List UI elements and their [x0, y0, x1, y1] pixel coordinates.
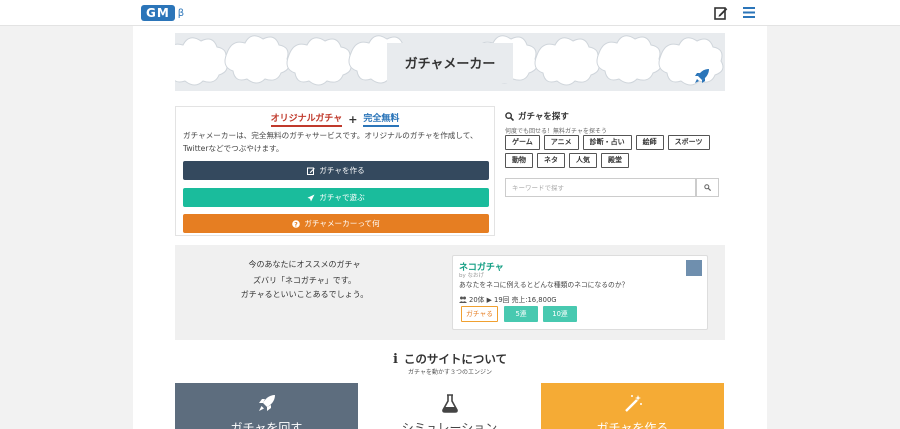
edit-icon[interactable] [714, 6, 728, 20]
tag-sports[interactable]: スポーツ [667, 135, 710, 150]
feature-simulation-label: シミュレーション [401, 421, 498, 429]
feature-make-label: ガチャを作る [596, 421, 669, 429]
flask-icon [442, 394, 458, 413]
search-icon [704, 184, 711, 191]
banner-title: ガチャメーカー [404, 57, 496, 72]
search-note: 何度でも回せる！無料ガチャを探そう [505, 128, 607, 135]
rocket-icon [695, 69, 709, 83]
about-title: このサイトについて [403, 352, 508, 366]
svg-text:?: ? [295, 221, 299, 228]
question-circle-icon: ? [292, 219, 301, 228]
gacha-card-author[interactable]: by なおげ [459, 271, 484, 279]
category-tags-row-2: 動物 ネタ 人気 殿堂 [505, 153, 633, 168]
menu-icon[interactable] [743, 7, 755, 18]
intro-description: ガチャメーカーは、完全無料のガチャサービスです。オリジナルのガチャを作成して、T… [183, 131, 478, 153]
tag-popular[interactable]: 人気 [569, 153, 597, 168]
search-input[interactable] [505, 178, 696, 197]
gacharu-button[interactable]: ガチャる [461, 306, 498, 322]
recommendation-title: 今のあなたにオススメのガチャ [248, 260, 361, 269]
intro-panel: オリジナルガチャ + 完全無料 ガチャメーカーは、完全無料のガチャサービスです。… [175, 106, 495, 236]
tag-plus: + [348, 112, 358, 126]
search-heading: ガチャを探す [505, 110, 569, 122]
play-gacha-button[interactable]: ガチャで遊ぶ [183, 188, 489, 207]
tag-illustrator[interactable]: 絵師 [635, 135, 664, 150]
about-gacha-button[interactable]: ? ガチャメーカーって何 [183, 214, 489, 233]
tagline: オリジナルガチャ + 完全無料 [176, 111, 494, 127]
tag-hall-of-fame[interactable]: 殿堂 [601, 153, 629, 168]
recommendation-line-1: ズバリ「ネコガチャ」です。 [253, 276, 356, 285]
feature-rotate-gacha[interactable]: ガチャを回す [175, 383, 358, 429]
magic-wand-icon [625, 395, 642, 412]
five-roll-button[interactable]: 5連 [504, 306, 538, 322]
info-icon: i [392, 351, 398, 367]
paper-plane-icon [307, 194, 315, 201]
tag-neta[interactable]: ネタ [537, 153, 565, 168]
logo-beta: β [177, 7, 185, 19]
search-icon [505, 111, 514, 121]
gacha-card-stats: 20体 ▶ 19回 売上:16,800G [459, 294, 557, 304]
make-gacha-label: ガチャを作る [319, 166, 365, 175]
tag-game[interactable]: ゲーム [505, 135, 540, 150]
tag-fortune[interactable]: 診断・占い [582, 135, 632, 150]
play-gacha-label: ガチャで遊ぶ [319, 193, 365, 202]
edit-icon [307, 167, 316, 175]
site-logo[interactable]: GM β [141, 5, 184, 21]
users-icon [459, 296, 467, 303]
gacha-card: ネコガチャ by なおげ あなたをネコに例えるとどんな種類のネコになるのか？ 2… [452, 255, 708, 330]
about-heading: i このサイトについて [175, 351, 725, 367]
tag-anime[interactable]: アニメ [543, 135, 579, 150]
top-bar: GM β [0, 0, 900, 26]
logo-text: GM [141, 5, 175, 21]
search-heading-label: ガチャを探す [518, 112, 569, 122]
search-submit-button[interactable] [696, 178, 719, 197]
feature-make-gacha[interactable]: ガチャを作る [541, 383, 724, 429]
about-gacha-label: ガチャメーカーって何 [304, 219, 380, 228]
about-subtitle: ガチャを動かす３つのエンジン [408, 369, 492, 376]
ten-roll-button[interactable]: 10連 [543, 306, 577, 322]
tag-free: 完全無料 [363, 111, 400, 127]
gacha-card-description: あなたをネコに例えるとどんな種類のネコになるのか？ [459, 281, 629, 289]
tag-original: オリジナルガチャ [270, 111, 343, 127]
gacha-card-stats-text: 20体 ▶ 19回 売上:16,800G [469, 296, 557, 304]
gacha-thumbnail[interactable] [686, 260, 702, 276]
recommendation-section: 今のあなたにオススメのガチャ ズバリ「ネコガチャ」です。 ガチャるといいことある… [175, 245, 725, 340]
feature-rotate-label: ガチャを回す [230, 421, 303, 429]
recommendation-line-2: ガチャるといいことあるでしょう。 [240, 290, 369, 299]
feature-simulation[interactable]: シミュレーション [358, 383, 541, 429]
tag-animal[interactable]: 動物 [505, 153, 533, 168]
rocket-icon [259, 395, 275, 411]
category-tags-row-1: ゲーム アニメ 診断・占い 絵師 スポーツ [505, 135, 714, 150]
make-gacha-button[interactable]: ガチャを作る [183, 161, 489, 180]
hero-banner: ガチャメーカー [175, 33, 725, 91]
